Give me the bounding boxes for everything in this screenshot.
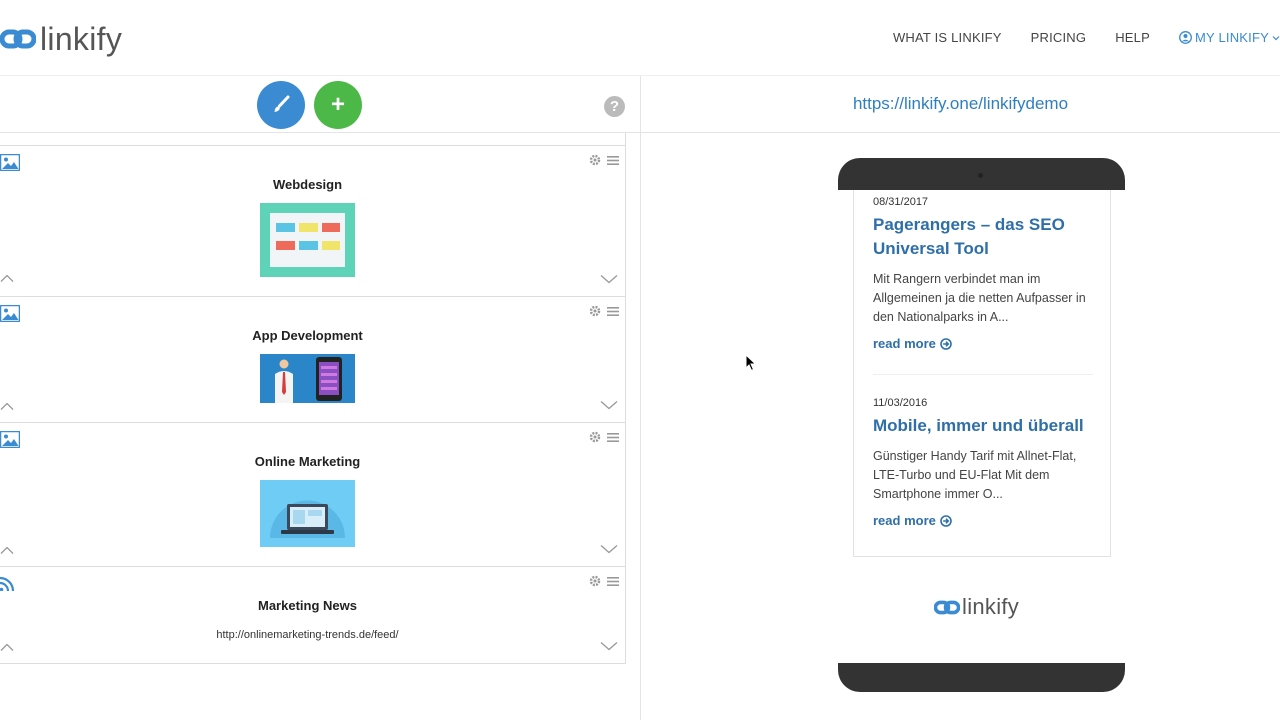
read-more-link[interactable]: read more bbox=[873, 336, 1095, 351]
news-title-link[interactable]: Mobile, immer und überall bbox=[873, 414, 1095, 438]
linkify-logo-icon bbox=[0, 29, 36, 49]
help-icon[interactable]: ? bbox=[604, 96, 625, 117]
drag-handle-icon[interactable] bbox=[607, 306, 619, 317]
block-settings bbox=[589, 305, 619, 317]
move-up-icon[interactable] bbox=[0, 643, 14, 652]
content-blocks-list: Webdesign App Development Online Marketi… bbox=[0, 133, 626, 664]
user-circle-icon bbox=[1179, 31, 1192, 44]
previous-block-edge bbox=[0, 133, 626, 146]
block-settings bbox=[589, 431, 619, 443]
top-navigation-bar: linkify WHAT IS LINKIFY PRICING HELP MY … bbox=[0, 0, 1280, 76]
news-excerpt: Günstiger Handy Tarif mit Allnet-Flat, L… bbox=[873, 449, 1077, 501]
nav-help[interactable]: HELP bbox=[1115, 30, 1150, 45]
plus-icon: + bbox=[330, 91, 345, 118]
news-date: 08/31/2017 bbox=[873, 196, 929, 208]
content-block-marketing-news[interactable]: Marketing News http://onlinemarketing-tr… bbox=[0, 567, 626, 664]
app-development-thumbnail bbox=[260, 354, 355, 403]
drag-handle-icon[interactable] bbox=[607, 576, 619, 587]
add-block-button[interactable]: + bbox=[314, 81, 362, 129]
move-up-icon[interactable] bbox=[0, 274, 14, 283]
main-nav: WHAT IS LINKIFY PRICING HELP MY LINKIFY bbox=[893, 30, 1280, 45]
news-date: 11/03/2016 bbox=[873, 397, 928, 409]
nav-my-linkify-label: MY LINKIFY bbox=[1194, 30, 1269, 45]
block-title: Webdesign bbox=[272, 177, 343, 192]
arrow-circle-right-icon bbox=[940, 514, 952, 527]
block-title: App Development bbox=[252, 328, 363, 343]
phone-camera-dot bbox=[978, 173, 983, 178]
news-feed-card: 08/31/2017 Pagerangers – das SEO Univers… bbox=[853, 190, 1111, 557]
feed-url: http://onlinemarketing-trends.de/feed/ bbox=[216, 629, 399, 641]
logo-text: linkify bbox=[40, 20, 123, 57]
editor-toolbar: + ? bbox=[0, 76, 640, 133]
read-more-label: read more bbox=[873, 336, 936, 351]
linkify-logo[interactable]: linkify bbox=[0, 20, 122, 58]
public-url-link[interactable]: https://linkify.one/linkifydemo bbox=[853, 94, 1068, 114]
move-up-icon[interactable] bbox=[0, 546, 14, 555]
move-down-icon[interactable] bbox=[600, 544, 618, 554]
linkify-logo-icon bbox=[934, 600, 960, 614]
news-divider bbox=[873, 374, 1093, 375]
editor-pane: + ? Webdesign App Development Online Mar… bbox=[0, 76, 641, 720]
image-icon bbox=[0, 431, 20, 448]
phone-frame-bottom bbox=[838, 663, 1125, 692]
gear-icon[interactable] bbox=[589, 154, 601, 166]
arrow-circle-right-icon bbox=[940, 337, 952, 350]
move-down-icon[interactable] bbox=[600, 641, 618, 651]
content-block-app-development[interactable]: App Development bbox=[0, 297, 626, 423]
read-more-label: read more bbox=[873, 513, 936, 528]
nav-my-linkify[interactable]: MY LINKIFY bbox=[1179, 30, 1280, 45]
phone-frame-top bbox=[838, 158, 1125, 190]
footer-logo-text: linkify bbox=[962, 594, 1020, 619]
nav-pricing[interactable]: PRICING bbox=[1031, 30, 1087, 45]
webdesign-thumbnail bbox=[260, 203, 355, 277]
design-button[interactable] bbox=[257, 81, 305, 129]
content-block-online-marketing[interactable]: Online Marketing bbox=[0, 423, 626, 567]
block-settings bbox=[589, 575, 619, 587]
rss-icon bbox=[0, 576, 15, 591]
gear-icon[interactable] bbox=[589, 575, 601, 587]
content-block-webdesign[interactable]: Webdesign bbox=[0, 146, 626, 297]
news-item: 11/03/2016 Mobile, immer und überall Gün… bbox=[873, 397, 1095, 528]
chevron-down-icon bbox=[1272, 35, 1280, 40]
news-title-link[interactable]: Pagerangers – das SEO Universal Tool bbox=[873, 213, 1095, 261]
nav-what-is-linkify[interactable]: WHAT IS LINKIFY bbox=[893, 30, 1002, 45]
mouse-cursor-icon bbox=[745, 354, 757, 372]
read-more-link[interactable]: read more bbox=[873, 513, 1095, 528]
move-down-icon[interactable] bbox=[600, 274, 618, 284]
move-up-icon[interactable] bbox=[0, 402, 14, 411]
news-excerpt: Mit Rangern verbindet man im Allgemeinen… bbox=[873, 272, 1086, 324]
online-marketing-thumbnail bbox=[260, 480, 355, 547]
block-title: Online Marketing bbox=[254, 454, 361, 469]
public-url-bar: https://linkify.one/linkifydemo bbox=[641, 76, 1280, 133]
image-icon bbox=[0, 154, 20, 171]
block-title: Marketing News bbox=[258, 598, 357, 613]
image-icon bbox=[0, 305, 20, 322]
gear-icon[interactable] bbox=[589, 431, 601, 443]
drag-handle-icon[interactable] bbox=[607, 432, 619, 443]
move-down-icon[interactable] bbox=[600, 400, 618, 410]
drag-handle-icon[interactable] bbox=[607, 155, 619, 166]
preview-footer-logo[interactable]: linkify bbox=[934, 594, 1019, 620]
brush-icon bbox=[274, 95, 290, 112]
gear-icon[interactable] bbox=[589, 305, 601, 317]
news-item: 08/31/2017 Pagerangers – das SEO Univers… bbox=[873, 196, 1095, 351]
block-settings bbox=[589, 154, 619, 166]
